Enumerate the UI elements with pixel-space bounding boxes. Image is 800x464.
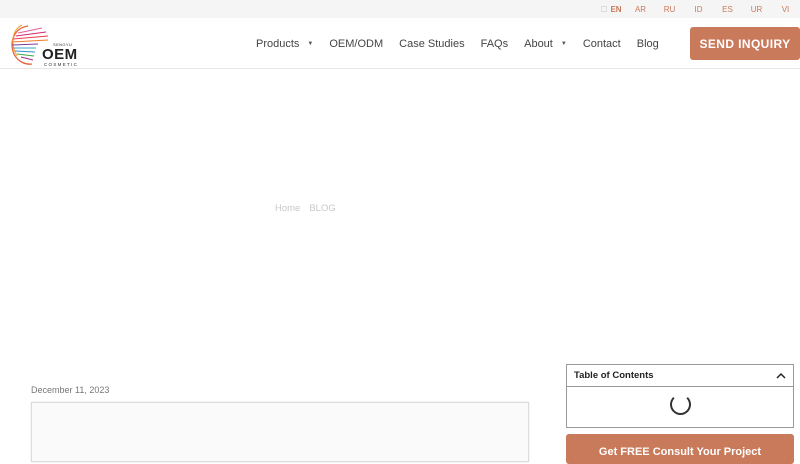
toc-title: Table of Contents [574,370,654,381]
send-inquiry-button[interactable]: SEND INQUIRY [690,27,800,60]
lang-ur[interactable]: UR [742,5,771,14]
nav-item-oem-odm[interactable]: OEM/ODM [329,38,383,50]
breadcrumb: Home BLOG [275,203,345,214]
toc-header[interactable]: Table of Contents [567,365,793,387]
nav-item-case-studies[interactable]: Case Studies [399,38,464,50]
free-consult-button[interactable]: Get FREE Consult Your Project [566,434,794,464]
lang-ru[interactable]: RU [655,5,684,14]
top-language-bar: EN AR RU ID ES UR VI [0,0,800,18]
language-list: EN AR RU ID ES UR VI [597,0,800,18]
nav-item-about[interactable]: About ▼ [524,38,567,50]
lang-en[interactable]: EN [597,5,626,14]
lang-id[interactable]: ID [684,5,713,14]
site-logo[interactable]: SENGYU OEM COSMETIC [8,22,77,67]
logo-main-text: OEM [42,46,78,63]
lang-code: EN [610,4,622,14]
nav-label: Blog [636,37,659,50]
table-of-contents: Table of Contents [566,364,794,428]
main-nav: Products ▼ OEM/ODM Case Studies FAQs Abou… [256,18,675,69]
breadcrumb-current[interactable]: BLOG [309,203,335,214]
logo-sub-text: COSMETIC [44,62,79,67]
lang-vi[interactable]: VI [771,5,800,14]
lang-es[interactable]: ES [713,5,742,14]
breadcrumb-home-link[interactable]: Home [275,203,300,214]
nav-item-blog[interactable]: Blog [637,38,659,50]
nav-item-contact[interactable]: Contact [583,38,621,50]
nav-label: FAQs [480,37,509,50]
nav-label: Products [256,37,300,50]
nav-item-faqs[interactable]: FAQs [481,38,509,50]
lang-ar[interactable]: AR [626,5,655,14]
caret-down-icon: ▼ [307,40,314,47]
post-content-card [31,402,529,462]
flag-icon [601,6,608,13]
post-date: December 11, 2023 [31,385,110,395]
site-header: SENGYU OEM COSMETIC Products ▼ OEM/ODM Ca… [0,18,800,69]
caret-down-icon: ▼ [560,40,567,47]
nav-label: About [524,37,553,50]
nav-label: Contact [582,37,621,50]
nav-label: OEM/ODM [329,37,384,50]
loading-spinner-icon [670,394,691,415]
nav-item-products[interactable]: Products ▼ [256,38,313,50]
chevron-up-icon[interactable] [776,372,786,380]
nav-label: Case Studies [399,37,465,50]
